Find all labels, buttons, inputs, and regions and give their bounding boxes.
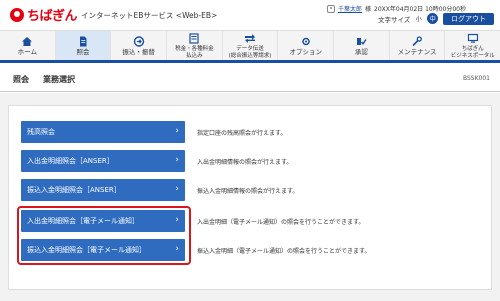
font-size-label: 文字サイズ [378, 15, 411, 24]
transfer-deposit-anser-button[interactable]: 振込入金明細照会［ANSER］ › [21, 179, 185, 201]
menu-button-label: 振込入金明細照会［ANSER］ [27, 186, 121, 194]
header: ちばぎん インターネットEBサービス <Web-EB> 千葉太郎 様 20XX年… [0, 0, 500, 30]
approve-icon [355, 36, 367, 47]
transfer-icon [133, 36, 145, 47]
option-icon [300, 36, 312, 47]
nav-label-option: オプション [289, 47, 322, 56]
nav-item-approve[interactable]: 承認 [334, 31, 390, 60]
logo-mark-icon [10, 7, 24, 22]
menu-description: 振込入金明細情報の照会が行えます。 [197, 187, 299, 195]
menu-row: 振込入金明細照会［ANSER］ › 振込入金明細情報の照会が行えます。 [21, 178, 481, 202]
balance-inquiry-button[interactable]: 残高照会 › [21, 121, 185, 143]
menu-button-label: 入出金明細照会［ANSER］ [27, 157, 114, 165]
nav-item-option[interactable]: オプション [278, 31, 335, 60]
nav-item-tax[interactable]: 税金・各種料金 払込み [167, 31, 223, 60]
content-area: 残高照会 › 指定口座の残高照会が行えます。 入出金明細照会［ANSER］ › … [0, 93, 500, 301]
tax-icon [188, 33, 200, 45]
menu-description: 入出金明細（電子メール通知）の照会を行うことができます。 [197, 218, 365, 226]
menu-description: 振込入金明細（電子メール通知）の照会を行うことができます。 [197, 247, 371, 255]
nav-item-data-transmission[interactable]: データ伝送 (総合振込等請求) [223, 31, 279, 60]
nav-label-maintenance: メンテナンス [397, 47, 437, 56]
page-title: 照会 [13, 75, 29, 84]
logo-text: ちばぎん [27, 9, 78, 24]
nav-label-portal: ちばぎん ビジネスポータル [450, 46, 495, 59]
global-nav: ホーム 照会 振込・振替 税金・各種料金 払込み データ伝送 (総合振込等請求)… [0, 30, 500, 63]
home-icon [21, 36, 33, 47]
menu-description: 入出金明細情報の照会が行えます。 [197, 158, 293, 166]
highlight-frame [17, 206, 191, 265]
logout-button[interactable]: ログアウト [443, 13, 494, 25]
nav-label-home: ホーム [17, 47, 37, 56]
chevron-right-icon: › [175, 155, 179, 165]
font-size-small-button[interactable]: 小 [413, 13, 424, 24]
login-datetime: 20XX年04月02日 10時00分00秒 [374, 6, 466, 13]
page-subtitle: 業務選択 [43, 75, 75, 84]
font-size-controls: 文字サイズ 小 中 大 [378, 13, 452, 24]
deposit-withdrawal-anser-button[interactable]: 入出金明細照会［ANSER］ › [21, 150, 185, 172]
user-name[interactable]: 千葉太郎 [338, 4, 362, 13]
nav-label-inquiry: 照会 [76, 47, 90, 56]
chevron-right-icon: › [175, 184, 179, 194]
nav-item-maintenance[interactable]: メンテナンス [390, 31, 446, 60]
user-icon [327, 4, 335, 13]
menu-description: 指定口座の残高照会が行えます。 [197, 129, 287, 137]
document-icon [77, 36, 89, 47]
menu-button-label: 残高照会 [27, 128, 55, 136]
font-size-medium-button[interactable]: 中 [427, 13, 439, 24]
user-info: 千葉太郎 様 20XX年04月02日 10時00分00秒 [327, 4, 466, 13]
menu-row: 入出金明細照会［ANSER］ › 入出金明細情報の照会が行えます。 [21, 149, 481, 173]
nav-label-tax: 税金・各種料金 払込み [175, 46, 214, 59]
nav-label-approve: 承認 [354, 47, 368, 56]
user-suffix: 様 [365, 6, 372, 13]
data-icon [244, 33, 256, 44]
bank-logo[interactable]: ちばぎん インターネットEBサービス <Web-EB> [10, 5, 217, 24]
nav-item-home[interactable]: ホーム [0, 31, 56, 60]
chevron-right-icon: › [175, 126, 179, 136]
nav-item-transfer[interactable]: 振込・振替 [111, 31, 168, 60]
maintenance-icon [411, 36, 423, 47]
screen-id: BSSK001 [462, 75, 490, 82]
nav-item-inquiry[interactable]: 照会 [55, 31, 112, 60]
nav-item-portal[interactable]: ちばぎん ビジネスポータル [445, 31, 500, 60]
nav-label-data-transmission: データ伝送 (総合振込等請求) [228, 46, 272, 59]
page-title-bar: 照会 業務選択 BSSK001 [0, 66, 500, 92]
service-name: インターネットEBサービス <Web-EB> [81, 11, 218, 20]
portal-icon [467, 33, 479, 44]
menu-row: 残高照会 › 指定口座の残高照会が行えます。 [21, 120, 481, 144]
nav-label-transfer: 振込・振替 [122, 47, 155, 56]
